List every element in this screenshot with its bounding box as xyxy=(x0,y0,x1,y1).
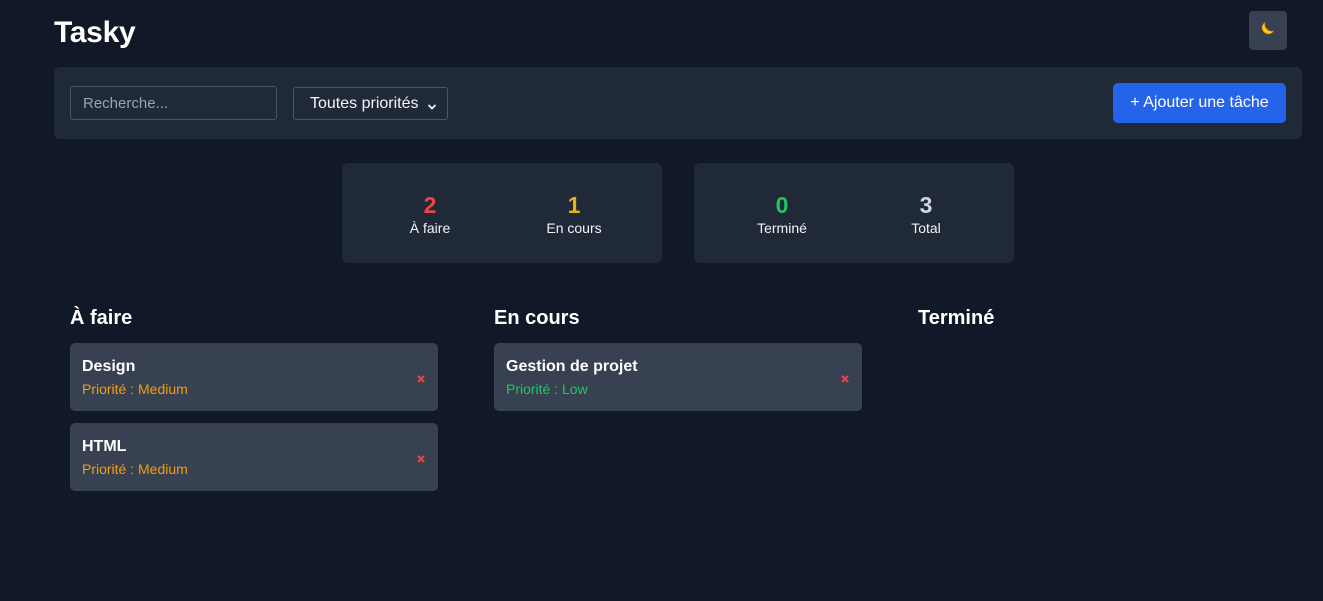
stats-card-summary: 0 Terminé 3 Total xyxy=(694,163,1014,263)
delete-task-button[interactable] xyxy=(840,371,850,383)
stat-total: 3 Total xyxy=(866,191,986,236)
toolbar: Toutes priorités + Ajouter une tâche xyxy=(54,67,1302,139)
priority-filter-value: Toutes priorités xyxy=(310,94,419,112)
stat-total-label: Total xyxy=(911,220,941,236)
header: Tasky xyxy=(54,11,1287,54)
stat-todo-count: 2 xyxy=(423,192,437,218)
close-icon xyxy=(416,451,426,468)
task-priority: Priorité : Medium xyxy=(82,381,188,397)
add-task-button[interactable]: + Ajouter une tâche xyxy=(1113,83,1286,123)
stats-card-progress: 2 À faire 1 En cours xyxy=(342,163,662,263)
task-name: Gestion de projet xyxy=(506,358,638,375)
close-icon xyxy=(840,371,850,388)
delete-task-button[interactable] xyxy=(416,371,426,383)
task-card[interactable]: Gestion de projet Priorité : Low xyxy=(494,343,862,411)
search-input[interactable] xyxy=(70,86,277,120)
stat-total-count: 3 xyxy=(919,192,933,218)
column-title-done: Terminé xyxy=(918,307,995,329)
app-root: Tasky Toutes priorités + Ajouter une tâc… xyxy=(0,0,1323,601)
delete-task-button[interactable] xyxy=(416,451,426,463)
stat-in-progress: 1 En cours xyxy=(514,191,634,236)
theme-toggle-button[interactable] xyxy=(1249,11,1287,50)
close-icon xyxy=(416,371,426,388)
column-title-todo: À faire xyxy=(70,307,133,329)
stat-done-label: Terminé xyxy=(757,220,807,236)
chevron-down-icon xyxy=(427,99,437,110)
stat-in-progress-count: 1 xyxy=(567,192,581,218)
stat-in-progress-label: En cours xyxy=(546,220,602,236)
task-card[interactable]: Design Priorité : Medium xyxy=(70,343,438,411)
priority-filter-select[interactable]: Toutes priorités xyxy=(293,87,448,120)
app-title: Tasky xyxy=(54,16,136,49)
task-priority: Priorité : Medium xyxy=(82,461,188,477)
stat-todo: 2 À faire xyxy=(370,191,490,236)
column-title-in-progress: En cours xyxy=(494,307,580,329)
moon-icon xyxy=(1259,19,1277,42)
task-priority: Priorité : Low xyxy=(506,381,588,397)
task-name: HTML xyxy=(82,438,127,455)
task-name: Design xyxy=(82,358,136,375)
stat-done-count: 0 xyxy=(775,192,789,218)
task-card[interactable]: HTML Priorité : Medium xyxy=(70,423,438,491)
stat-todo-label: À faire xyxy=(409,220,451,236)
stat-done: 0 Terminé xyxy=(722,191,842,236)
